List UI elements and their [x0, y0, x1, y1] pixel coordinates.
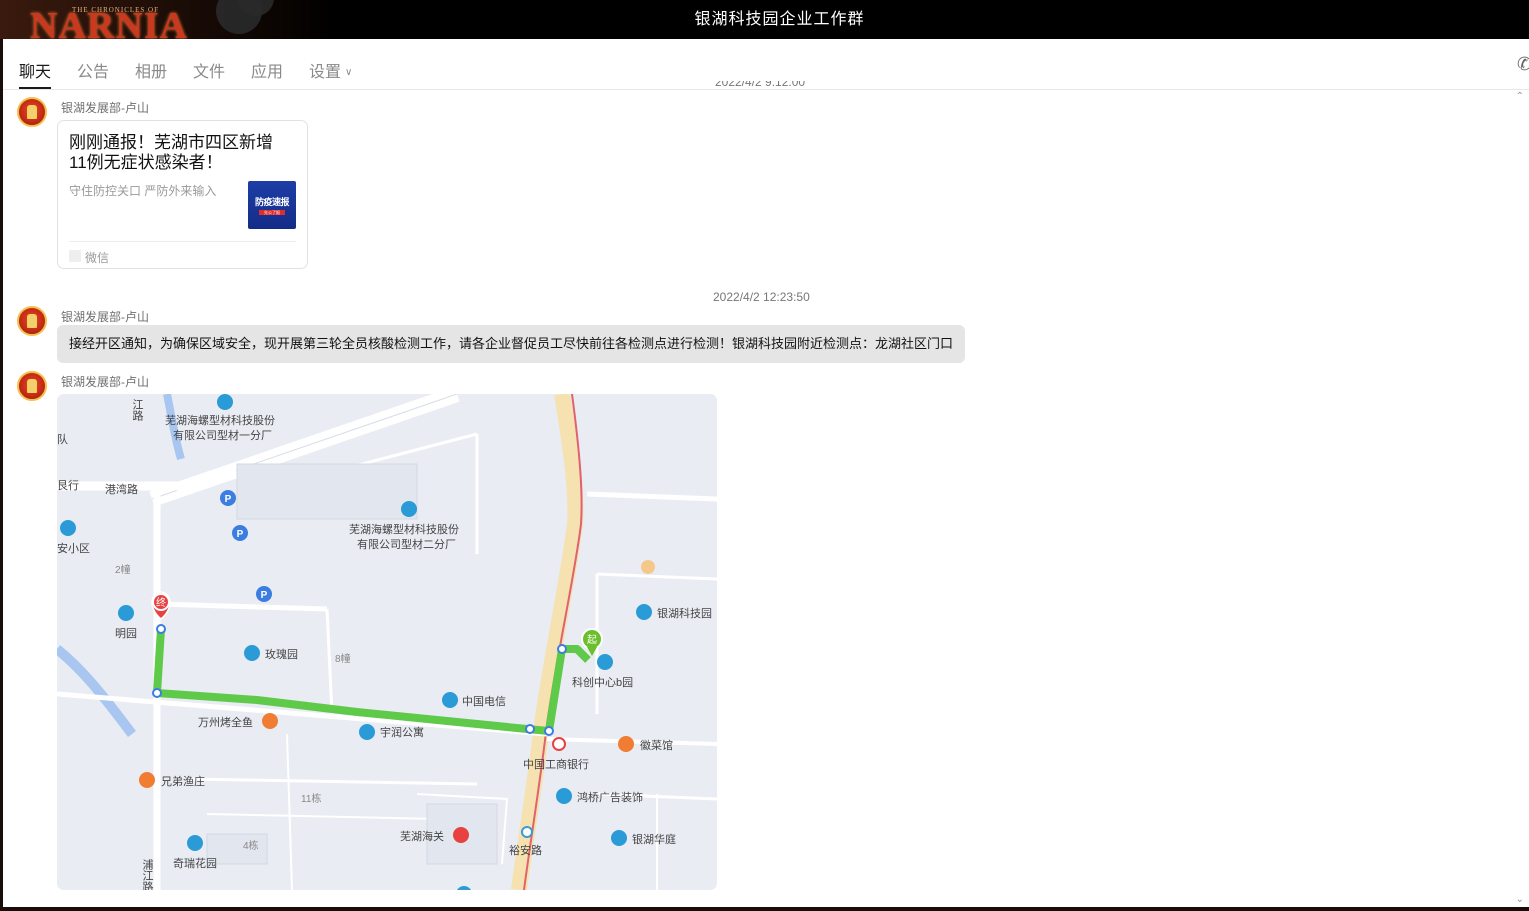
wechat-icon — [69, 250, 81, 262]
tab-apps[interactable]: 应用 — [251, 58, 283, 89]
end-marker-label: 终 — [156, 596, 166, 609]
title-bar: THE CHRONICLES OF NARNIA 银湖科技园企业工作群 — [0, 0, 1529, 46]
map-label: 安小区 — [57, 541, 90, 555]
tab-label: 文件 — [193, 64, 226, 81]
window-title: 银湖科技园企业工作群 — [694, 11, 865, 28]
sender-name: 银湖发展部-卢山 — [61, 101, 149, 115]
avatar[interactable] — [17, 371, 47, 401]
tab-album[interactable]: 相册 — [135, 58, 167, 89]
avatar[interactable] — [17, 306, 47, 336]
map-label: 有限公司型材二分厂 — [357, 537, 456, 551]
tab-label: 公告 — [77, 64, 110, 81]
tab-label: 设置 — [309, 64, 342, 81]
thumbnail-subtext: 先公了报 — [259, 210, 285, 215]
thumbnail-text: 防疫速报 — [254, 197, 290, 207]
scroll-up-icon[interactable]: ⌃ — [1516, 91, 1524, 102]
map-label: 江路 — [131, 399, 144, 422]
map-label: 裕安路 — [509, 843, 542, 857]
parking-label: P — [237, 529, 244, 540]
map-graphic: 终 起 P P P 芜湖海螺型材科技股份 有限公司型材一分厂 队 艮行 港湾路 … — [57, 394, 717, 890]
article-card[interactable]: 刚刚通报！芜湖市四区新增11例无症状感染者！ 守住防控关口 严防外来输入 防疫速… — [57, 120, 308, 269]
card-divider — [69, 241, 296, 242]
map-label: 奇瑞花园 — [173, 856, 217, 870]
map-label: 科创中心b园 — [572, 675, 633, 689]
map-label: 中国电信 — [462, 695, 506, 708]
chevron-down-icon: ∨ — [345, 67, 353, 78]
tab-label: 应用 — [251, 64, 284, 81]
map-label: 4栋 — [243, 839, 259, 852]
article-thumbnail: 防疫速报 先公了报 — [248, 181, 296, 229]
tab-announcement[interactable]: 公告 — [77, 58, 109, 89]
map-label: 徽菜馆 — [640, 738, 673, 752]
map-image[interactable]: 终 起 P P P 芜湖海螺型材科技股份 有限公司型材一分厂 队 艮行 港湾路 … — [57, 394, 717, 890]
map-label: 有限公司型材一分厂 — [173, 428, 272, 442]
parking-label: P — [261, 590, 268, 601]
tab-chat[interactable]: 聊天 — [19, 58, 52, 89]
map-label: 芜湖海螺型材科技股份 — [349, 522, 459, 536]
map-label: 芜湖海螺型材科技股份 — [165, 413, 275, 427]
map-label: 队 — [57, 432, 68, 446]
map-label: 银湖华庭 — [632, 832, 676, 846]
clipped-timestamp: 2022/4/2 9:12:00 — [715, 81, 806, 89]
tab-label: 聊天 — [19, 64, 52, 81]
avatar[interactable] — [17, 97, 47, 127]
map-label: 浦江路 — [141, 859, 154, 890]
chat-window: 聊天 公告 相册 文件 应用 设置 ∨ ✆ 2022/4/2 9:12:00 ⌃ … — [3, 39, 1529, 907]
tab-settings[interactable]: 设置 ∨ — [309, 58, 352, 89]
map-label: 8幢 — [335, 652, 351, 665]
article-source: 微信 — [85, 251, 110, 265]
scroll-down-icon[interactable]: ⌄ — [1516, 894, 1524, 905]
article-title: 刚刚通报！芜湖市四区新增11例无症状感染者！ — [69, 133, 273, 172]
tab-files[interactable]: 文件 — [193, 58, 225, 89]
map-label: 2幢 — [115, 563, 131, 576]
phone-icon[interactable]: ✆ — [1517, 54, 1529, 76]
map-label: 玫瑰园 — [265, 647, 298, 661]
map-label: 11栋 — [301, 792, 321, 805]
sender-name: 银湖发展部-卢山 — [61, 375, 149, 389]
map-label: 芜湖海关 — [400, 829, 444, 843]
map-label: 兄弟渔庄 — [161, 774, 205, 788]
map-label: 鸿桥广告装饰 — [577, 790, 643, 804]
sender-name: 银湖发展部-卢山 — [61, 310, 149, 324]
map-label: 宇润公寓 — [380, 725, 424, 739]
map-label: 中国工商银行 — [523, 757, 589, 771]
map-label: 港湾路 — [105, 482, 138, 496]
parking-label: P — [225, 494, 232, 505]
message-bubble[interactable]: 接经开区通知，为确保区域安全，现开展第三轮全员核酸检测工作，请各企业督促员工尽快… — [57, 325, 966, 363]
message-timestamp: 2022/4/2 12:23:50 — [713, 290, 810, 304]
map-label: 艮行 — [57, 479, 79, 492]
start-marker-label: 起 — [587, 634, 597, 646]
map-label: 万州烤全鱼 — [198, 715, 253, 729]
map-label: 明园 — [115, 627, 137, 640]
tab-label: 相册 — [135, 64, 168, 81]
map-label: 银湖科技园 — [657, 606, 712, 620]
article-desc: 守住防控关口 严防外来输入 — [69, 184, 217, 198]
